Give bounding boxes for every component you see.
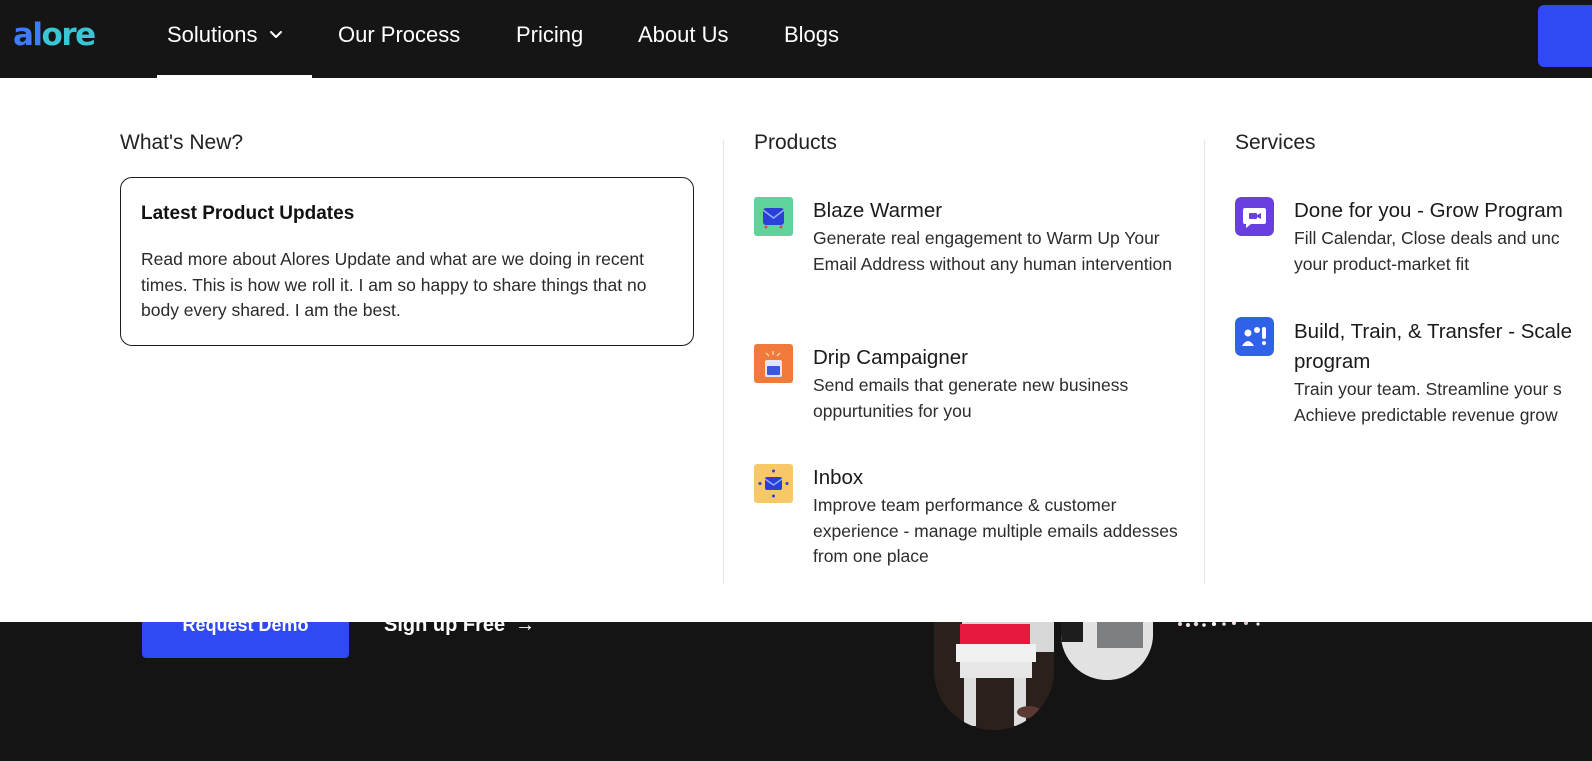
inbox-icon: [754, 464, 793, 503]
service-description-line: your product-market fit: [1294, 253, 1470, 274]
nav-about-us[interactable]: About Us: [638, 20, 729, 50]
products-heading: Products: [754, 131, 837, 154]
nav-solutions-label: Solutions: [167, 22, 258, 47]
alore-logo[interactable]: alore: [13, 16, 97, 54]
latest-updates-title: Latest Product Updates: [141, 203, 355, 224]
top-nav: alore Solutions Our Process Pricing Abou…: [0, 0, 1592, 78]
request-demo-label: Request Demo: [182, 622, 309, 635]
chevron-down-icon: [269, 31, 282, 39]
team-icon: [1235, 317, 1274, 356]
product-title: Blaze Warmer: [813, 199, 943, 222]
laptop-photo-graphic: [1061, 622, 1153, 680]
desk-photo-graphic: [934, 622, 1054, 730]
video-chat-icon: [1235, 197, 1274, 236]
column-divider: [723, 140, 724, 584]
product-description: Generate real engagement to Warm Up Your…: [813, 228, 1172, 274]
latest-updates-body: Read more about Alores Update and what a…: [141, 249, 647, 320]
service-description: Train your team. Streamline your s Achie…: [1294, 377, 1592, 428]
drip-mail-icon: [754, 344, 793, 383]
service-description-line: Achieve predictable revenue grow: [1294, 404, 1558, 425]
service-description: Fill Calendar, Close deals and unc your …: [1294, 226, 1592, 277]
services-heading: Services: [1235, 131, 1316, 154]
logo-text-part2: ore: [41, 17, 97, 53]
logo-text-part1: al: [13, 17, 43, 53]
product-title: Inbox: [813, 466, 864, 489]
column-divider: [1204, 140, 1205, 584]
service-title: Done for you - Grow Program: [1294, 199, 1563, 222]
product-description: Improve team performance & customer expe…: [813, 495, 1178, 567]
product-title: Drip Campaigner: [813, 346, 968, 369]
hero-photo-desk: [934, 622, 1054, 730]
service-description-line: Fill Calendar, Close deals and unc: [1294, 228, 1560, 248]
hero-photo-laptop: [1061, 622, 1153, 680]
service-description-line: Train your team. Streamline your s: [1294, 379, 1562, 399]
nav-cta-button[interactable]: [1538, 5, 1592, 67]
nav-blogs[interactable]: Blogs: [784, 20, 839, 50]
nav-solutions[interactable]: Solutions: [167, 20, 284, 50]
nav-our-process[interactable]: Our Process: [338, 20, 460, 50]
nav-pricing[interactable]: Pricing: [516, 20, 583, 50]
product-description: Send emails that generate new business o…: [813, 375, 1129, 421]
request-demo-button[interactable]: Request Demo: [142, 622, 349, 658]
service-title: Build, Train, & Transfer - Scale program: [1294, 320, 1573, 373]
envelope-warm-icon: [754, 197, 793, 236]
latest-updates-card[interactable]: Latest Product Updates Read more about A…: [120, 177, 694, 346]
whats-new-heading: What's New?: [120, 131, 244, 154]
